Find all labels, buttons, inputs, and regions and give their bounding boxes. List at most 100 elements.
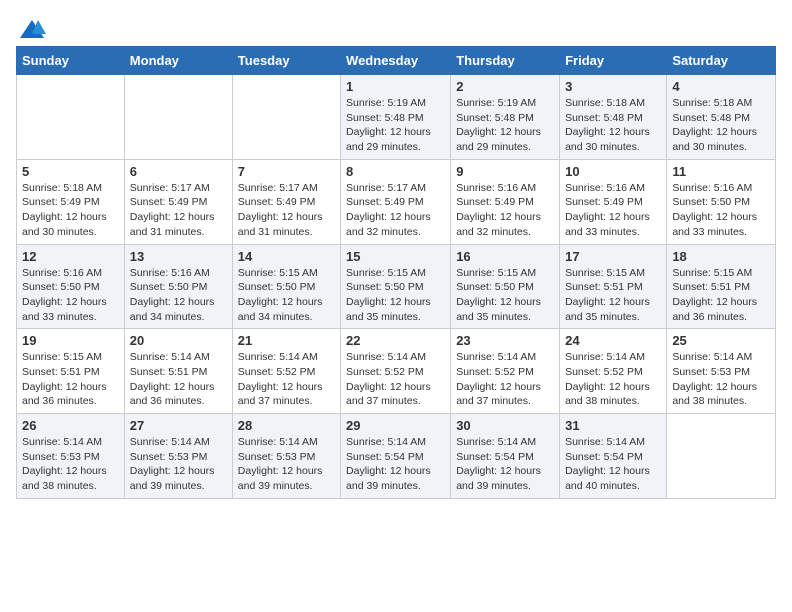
day-number: 9 <box>456 164 554 179</box>
day-info: Sunrise: 5:14 AM Sunset: 5:52 PM Dayligh… <box>456 350 554 409</box>
day-number: 8 <box>346 164 445 179</box>
day-info: Sunrise: 5:14 AM Sunset: 5:51 PM Dayligh… <box>130 350 227 409</box>
calendar-cell: 27 Sunrise: 5:14 AM Sunset: 5:53 PM Dayli… <box>124 414 232 499</box>
day-number: 10 <box>565 164 661 179</box>
day-header-tuesday: Tuesday <box>232 47 340 75</box>
calendar-body: 1 Sunrise: 5:19 AM Sunset: 5:48 PM Daylig… <box>17 75 776 499</box>
calendar-cell: 21 Sunrise: 5:14 AM Sunset: 5:52 PM Dayli… <box>232 329 340 414</box>
day-info: Sunrise: 5:15 AM Sunset: 5:50 PM Dayligh… <box>346 266 445 325</box>
day-number: 18 <box>672 249 770 264</box>
day-number: 26 <box>22 418 119 433</box>
day-info: Sunrise: 5:14 AM Sunset: 5:53 PM Dayligh… <box>672 350 770 409</box>
calendar-cell: 30Sunrise: 5:14 AM Sunset: 5:54 PM Dayli… <box>451 414 560 499</box>
day-info: Sunrise: 5:14 AM Sunset: 5:52 PM Dayligh… <box>565 350 661 409</box>
day-number: 13 <box>130 249 227 264</box>
calendar-cell: 16 Sunrise: 5:15 AM Sunset: 5:50 PM Dayli… <box>451 244 560 329</box>
calendar-cell: 23Sunrise: 5:14 AM Sunset: 5:52 PM Dayli… <box>451 329 560 414</box>
day-number: 11 <box>672 164 770 179</box>
calendar-cell: 25 Sunrise: 5:14 AM Sunset: 5:53 PM Dayli… <box>667 329 776 414</box>
day-info: Sunrise: 5:17 AM Sunset: 5:49 PM Dayligh… <box>238 181 335 240</box>
day-number: 1 <box>346 79 445 94</box>
calendar-cell: 17Sunrise: 5:15 AM Sunset: 5:51 PM Dayli… <box>560 244 667 329</box>
calendar-cell <box>667 414 776 499</box>
calendar-cell <box>232 75 340 160</box>
day-number: 15 <box>346 249 445 264</box>
calendar-cell: 1 Sunrise: 5:19 AM Sunset: 5:48 PM Daylig… <box>341 75 451 160</box>
calendar-cell: 8Sunrise: 5:17 AM Sunset: 5:49 PM Daylig… <box>341 159 451 244</box>
calendar-cell: 13Sunrise: 5:16 AM Sunset: 5:50 PM Dayli… <box>124 244 232 329</box>
day-info: Sunrise: 5:18 AM Sunset: 5:49 PM Dayligh… <box>22 181 119 240</box>
day-header-thursday: Thursday <box>451 47 560 75</box>
day-number: 12 <box>22 249 119 264</box>
day-info: Sunrise: 5:18 AM Sunset: 5:48 PM Dayligh… <box>565 96 661 155</box>
day-info: Sunrise: 5:14 AM Sunset: 5:54 PM Dayligh… <box>565 435 661 494</box>
calendar-cell: 31Sunrise: 5:14 AM Sunset: 5:54 PM Dayli… <box>560 414 667 499</box>
day-number: 6 <box>130 164 227 179</box>
calendar-week-row: 12 Sunrise: 5:16 AM Sunset: 5:50 PM Dayli… <box>17 244 776 329</box>
day-number: 7 <box>238 164 335 179</box>
calendar-cell: 12 Sunrise: 5:16 AM Sunset: 5:50 PM Dayli… <box>17 244 125 329</box>
day-number: 5 <box>22 164 119 179</box>
calendar-cell: 24 Sunrise: 5:14 AM Sunset: 5:52 PM Dayli… <box>560 329 667 414</box>
day-info: Sunrise: 5:16 AM Sunset: 5:49 PM Dayligh… <box>456 181 554 240</box>
day-number: 4 <box>672 79 770 94</box>
calendar-cell: 6 Sunrise: 5:17 AM Sunset: 5:49 PM Daylig… <box>124 159 232 244</box>
calendar-cell: 22 Sunrise: 5:14 AM Sunset: 5:52 PM Dayli… <box>341 329 451 414</box>
day-info: Sunrise: 5:16 AM Sunset: 5:49 PM Dayligh… <box>565 181 661 240</box>
calendar-cell: 14 Sunrise: 5:15 AM Sunset: 5:50 PM Dayli… <box>232 244 340 329</box>
day-info: Sunrise: 5:16 AM Sunset: 5:50 PM Dayligh… <box>672 181 770 240</box>
day-info: Sunrise: 5:15 AM Sunset: 5:50 PM Dayligh… <box>238 266 335 325</box>
day-info: Sunrise: 5:19 AM Sunset: 5:48 PM Dayligh… <box>346 96 445 155</box>
calendar-cell: 19 Sunrise: 5:15 AM Sunset: 5:51 PM Dayli… <box>17 329 125 414</box>
calendar-cell: 4 Sunrise: 5:18 AM Sunset: 5:48 PM Daylig… <box>667 75 776 160</box>
day-number: 3 <box>565 79 661 94</box>
calendar-cell: 29 Sunrise: 5:14 AM Sunset: 5:54 PM Dayli… <box>341 414 451 499</box>
day-number: 2 <box>456 79 554 94</box>
calendar-cell: 15 Sunrise: 5:15 AM Sunset: 5:50 PM Dayli… <box>341 244 451 329</box>
day-header-saturday: Saturday <box>667 47 776 75</box>
calendar-week-row: 1 Sunrise: 5:19 AM Sunset: 5:48 PM Daylig… <box>17 75 776 160</box>
day-number: 16 <box>456 249 554 264</box>
day-number: 29 <box>346 418 445 433</box>
day-info: Sunrise: 5:14 AM Sunset: 5:53 PM Dayligh… <box>238 435 335 494</box>
day-number: 27 <box>130 418 227 433</box>
calendar-cell: 3 Sunrise: 5:18 AM Sunset: 5:48 PM Daylig… <box>560 75 667 160</box>
day-number: 20 <box>130 333 227 348</box>
day-number: 19 <box>22 333 119 348</box>
day-info: Sunrise: 5:14 AM Sunset: 5:52 PM Dayligh… <box>238 350 335 409</box>
calendar-cell: 11 Sunrise: 5:16 AM Sunset: 5:50 PM Dayli… <box>667 159 776 244</box>
calendar-cell <box>124 75 232 160</box>
day-number: 22 <box>346 333 445 348</box>
day-info: Sunrise: 5:14 AM Sunset: 5:53 PM Dayligh… <box>130 435 227 494</box>
calendar-cell: 7 Sunrise: 5:17 AM Sunset: 5:49 PM Daylig… <box>232 159 340 244</box>
day-info: Sunrise: 5:14 AM Sunset: 5:52 PM Dayligh… <box>346 350 445 409</box>
calendar-cell: 20 Sunrise: 5:14 AM Sunset: 5:51 PM Dayli… <box>124 329 232 414</box>
calendar-week-row: 5 Sunrise: 5:18 AM Sunset: 5:49 PM Daylig… <box>17 159 776 244</box>
calendar-table: SundayMondayTuesdayWednesdayThursdayFrid… <box>16 46 776 499</box>
day-info: Sunrise: 5:14 AM Sunset: 5:53 PM Dayligh… <box>22 435 119 494</box>
calendar-cell: 26 Sunrise: 5:14 AM Sunset: 5:53 PM Dayli… <box>17 414 125 499</box>
day-header-sunday: Sunday <box>17 47 125 75</box>
day-info: Sunrise: 5:18 AM Sunset: 5:48 PM Dayligh… <box>672 96 770 155</box>
calendar-cell: 2 Sunrise: 5:19 AM Sunset: 5:48 PM Daylig… <box>451 75 560 160</box>
day-header-wednesday: Wednesday <box>341 47 451 75</box>
calendar-cell: 5 Sunrise: 5:18 AM Sunset: 5:49 PM Daylig… <box>17 159 125 244</box>
calendar-cell: 18Sunrise: 5:15 AM Sunset: 5:51 PM Dayli… <box>667 244 776 329</box>
logo-icon <box>18 16 46 44</box>
page-header <box>16 16 776 38</box>
day-number: 21 <box>238 333 335 348</box>
day-info: Sunrise: 5:15 AM Sunset: 5:50 PM Dayligh… <box>456 266 554 325</box>
day-number: 25 <box>672 333 770 348</box>
day-info: Sunrise: 5:15 AM Sunset: 5:51 PM Dayligh… <box>22 350 119 409</box>
day-info: Sunrise: 5:19 AM Sunset: 5:48 PM Dayligh… <box>456 96 554 155</box>
day-number: 28 <box>238 418 335 433</box>
calendar-week-row: 19 Sunrise: 5:15 AM Sunset: 5:51 PM Dayli… <box>17 329 776 414</box>
day-info: Sunrise: 5:14 AM Sunset: 5:54 PM Dayligh… <box>346 435 445 494</box>
day-info: Sunrise: 5:16 AM Sunset: 5:50 PM Dayligh… <box>22 266 119 325</box>
calendar-cell: 9 Sunrise: 5:16 AM Sunset: 5:49 PM Daylig… <box>451 159 560 244</box>
day-number: 14 <box>238 249 335 264</box>
day-info: Sunrise: 5:17 AM Sunset: 5:49 PM Dayligh… <box>130 181 227 240</box>
day-info: Sunrise: 5:15 AM Sunset: 5:51 PM Dayligh… <box>565 266 661 325</box>
day-number: 24 <box>565 333 661 348</box>
calendar-cell: 10 Sunrise: 5:16 AM Sunset: 5:49 PM Dayli… <box>560 159 667 244</box>
